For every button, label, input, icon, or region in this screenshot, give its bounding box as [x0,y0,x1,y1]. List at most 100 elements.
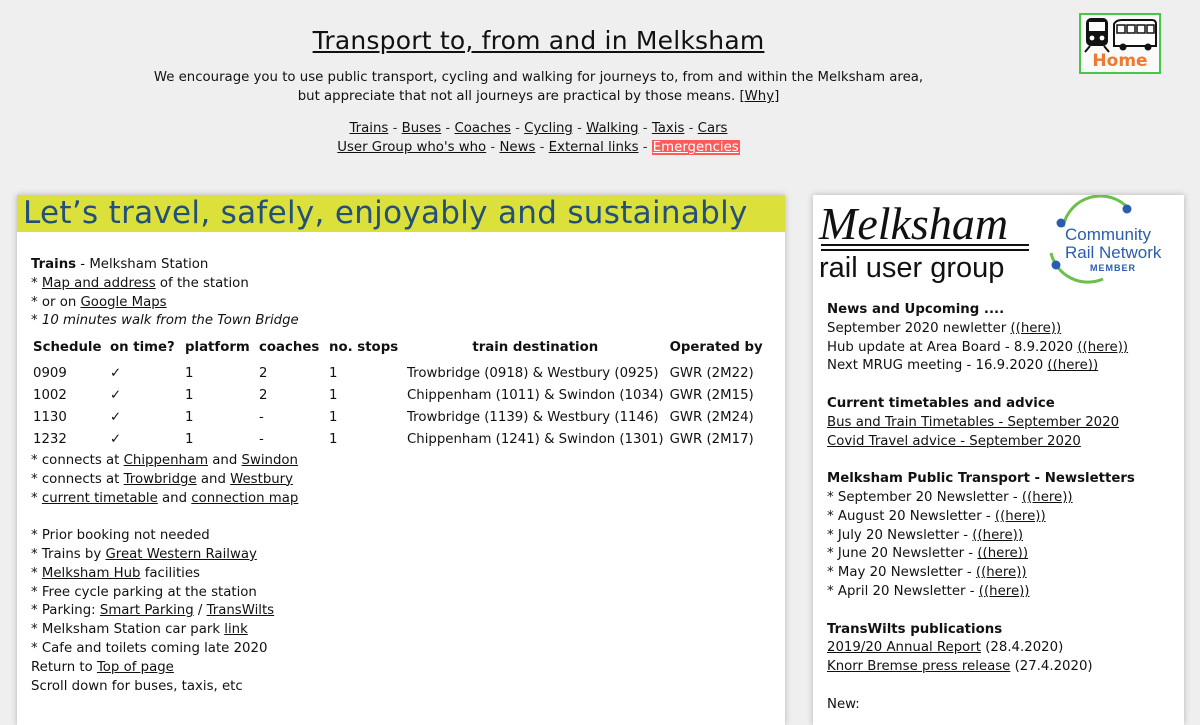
top-of-page-link[interactable]: Top of page [97,660,174,675]
cell-stops: 1 [329,432,338,448]
chippenham-link[interactable]: Chippenham [124,453,208,468]
cell-schedule: 1002 [33,388,67,404]
crn-member: MEMBER [1090,263,1136,273]
newsletter-item: * June 20 Newsletter - ((here)) [827,545,1177,564]
nav-walking[interactable]: Walking [586,121,638,136]
news-link[interactable]: ((here)) [1047,358,1098,373]
nav-taxis[interactable]: Taxis [652,121,685,136]
trains-by-prefix: * Trains by [31,546,106,562]
trains-heading: Trains [31,257,77,272]
why-link[interactable]: [Why] [739,89,779,104]
newsletter-link[interactable]: ((here)) [977,546,1028,561]
connects-line-2: * connects at Trowbridge and Westbury [31,471,771,490]
news-text: Hub update at Area Board - 8.9.2020 [827,339,1078,355]
nav-separator: - [684,121,698,136]
trains-content: Trains - Melksham Station * Map and addr… [31,256,771,696]
transwilts-link[interactable]: TransWilts [207,603,275,618]
cell-platform: 1 [185,388,194,404]
cutoff-text: New: [827,696,860,712]
nav-cycling[interactable]: Cycling [524,121,573,136]
google-line: * or on Google Maps [31,294,771,313]
current-timetable-link[interactable]: current timetable [42,491,158,506]
timetable-item: Covid Travel advice - September 2020 [827,433,1177,452]
smart-parking-link[interactable]: Smart Parking [100,603,194,618]
news-link[interactable]: ((here)) [1077,340,1128,355]
home-button[interactable]: Home [1079,13,1161,74]
nav-news[interactable]: News [499,140,535,155]
publication-date: (27.4.2020) [1010,659,1093,675]
connection-map-link[interactable]: connection map [191,491,298,506]
timetables-heading: Current timetables and advice [827,395,1055,411]
slash: / [193,603,207,619]
google-maps-link[interactable]: Google Maps [81,295,167,310]
publication-date: (28.4.2020) [981,640,1064,656]
nav-separator: - [638,121,652,136]
cell-destination: Chippenham (1241) & Swindon (1301) [407,432,664,448]
parking-line: * Parking: Smart Parking / TransWilts [31,602,771,621]
nav-who-is-who[interactable]: User Group who's who [337,140,486,155]
cell-platform: 1 [185,432,194,448]
newsletter-text: * August 20 Newsletter - [827,508,995,524]
car-park-link[interactable]: link [224,622,248,637]
col-platform: platform [185,339,250,355]
walk-note: 10 minutes walk from the Town Bridge [41,313,299,329]
timetables-link[interactable]: Bus and Train Timetables - September 202… [827,415,1119,430]
covid-advice-link[interactable]: Covid Travel advice - September 2020 [827,434,1081,449]
westbury-link[interactable]: Westbury [230,472,293,487]
col-on-time: on time? [110,339,175,355]
nav-trains[interactable]: Trains [350,121,389,136]
intro-line-1: We encourage you to use public transport… [153,70,924,85]
newsletter-link[interactable]: ((here)) [979,584,1030,599]
nav-emergencies[interactable]: Emergencies [651,140,740,155]
nav-cars[interactable]: Cars [698,121,728,136]
return-line: Return to Top of page [31,659,771,678]
slogan-banner: Let’s travel, safely, enjoyably and sust… [17,195,785,232]
nav-buses[interactable]: Buses [402,121,442,136]
newsletter-link[interactable]: ((here)) [972,528,1023,543]
swindon-link[interactable]: Swindon [242,453,298,468]
map-link[interactable]: Map and address [42,276,156,291]
newsletter-link[interactable]: ((here)) [995,509,1046,524]
news-link[interactable]: ((here)) [1010,321,1061,336]
newsletter-text: * September 20 Newsletter - [827,489,1022,505]
news-item: Next MRUG meeting - 16.9.2020 ((here)) [827,357,1177,376]
newsletter-link[interactable]: ((here)) [976,565,1027,580]
gwr-link[interactable]: Great Western Railway [105,547,256,562]
mrug-logo[interactable]: Melksham rail user group [818,198,1029,284]
nav-external-links[interactable]: External links [549,140,639,155]
trains-by-line: * Trains by Great Western Railway [31,546,771,565]
publication-item: Knorr Bremse press release (27.4.2020) [827,658,1177,677]
trains-heading-line: Trains - Melksham Station [31,256,771,275]
col-schedule: Schedule [33,339,102,355]
press-release-link[interactable]: Knorr Bremse press release [827,659,1010,674]
logo-sub-text: rail user group [819,252,1004,284]
cell-platform: 1 [185,365,194,381]
main-nav: Trains - Buses - Coaches - Cycling - Wal… [0,119,1077,157]
melksham-hub-link[interactable]: Melksham Hub [42,566,141,581]
bullet: * [31,490,42,506]
col-operator: Operated by [669,339,763,355]
cell-coaches: 2 [259,388,268,404]
return-prefix: Return to [31,659,97,675]
table-header-row: Schedule on time? platform coaches no. s… [31,337,767,363]
trowbridge-link[interactable]: Trowbridge [124,472,197,487]
prior-booking-line: * Prior booking not needed [31,528,210,544]
transwilts-heading: TransWilts publications [827,621,1003,637]
newsletters-heading: Melksham Public Transport - Newsletters [827,471,1135,487]
cell-coaches: 2 [259,365,268,381]
nav-coaches[interactable]: Coaches [454,121,510,136]
cell-coaches: - [259,432,264,448]
nav-separator: - [638,140,652,155]
bullet: * [31,565,42,581]
nav-row-1: Trains - Buses - Coaches - Cycling - Wal… [0,119,1077,138]
intro-line-2-text: but appreciate that not all journeys are… [297,89,736,104]
trains-subheading: - Melksham Station [76,257,209,272]
annual-report-link[interactable]: 2019/20 Annual Report [827,640,981,655]
connects-prefix: * connects at [31,452,124,468]
newsletter-text: * May 20 Newsletter - [827,565,976,581]
cell-on-time: ✓ [110,388,122,404]
car-park-line: * Melksham Station car park link [31,621,771,640]
crn-logo-icon[interactable]: Community Rail Network MEMBER [1049,195,1162,284]
cell-schedule: 0909 [33,365,67,381]
newsletter-link[interactable]: ((here)) [1022,490,1073,505]
